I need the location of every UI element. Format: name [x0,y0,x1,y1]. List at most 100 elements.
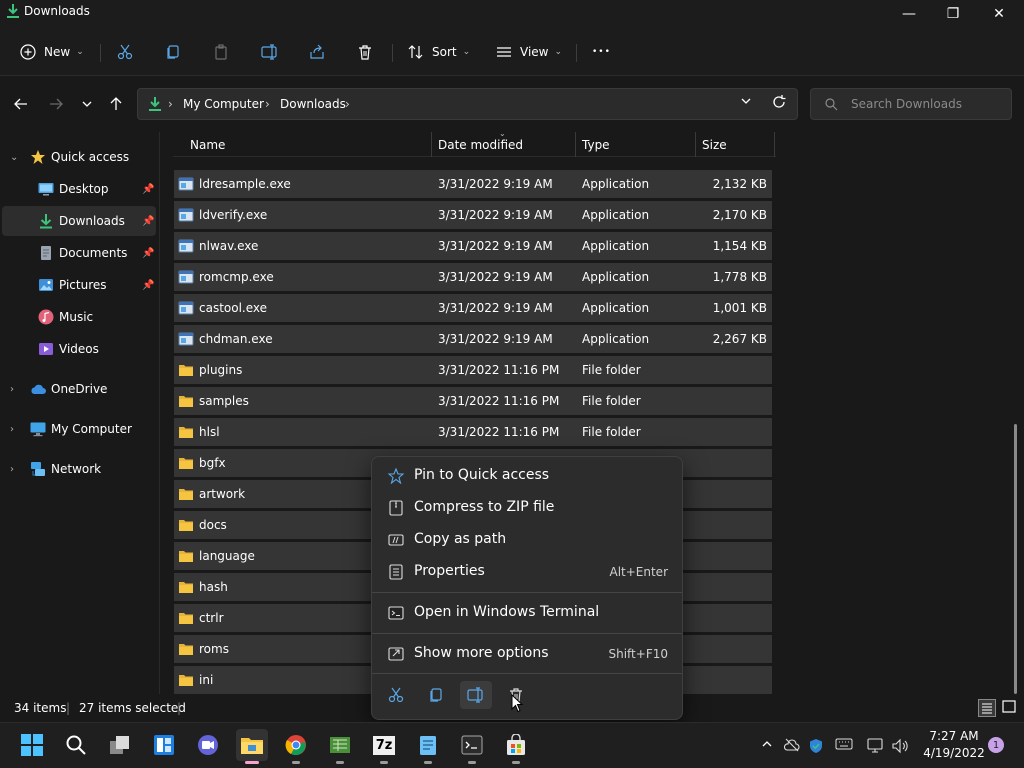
breadcrumb-my-computer[interactable]: My Computer [183,97,264,111]
maximize-button[interactable]: ❐ [930,0,976,28]
sidebar-item-music[interactable]: Music [2,302,156,332]
file-date-modified: 3/31/2022 9:19 AM [438,239,553,253]
store-icon [507,734,525,755]
sidebar-item-quick-access[interactable]: ⌄ Quick access [2,142,156,172]
menu-separator [372,633,682,634]
column-divider[interactable] [695,132,696,157]
chevron-down-icon[interactable]: ⌄ [10,152,18,163]
more-options-button[interactable]: ••• [592,36,611,68]
table-row[interactable]: plugins 3/31/2022 11:16 PM File folder [174,356,772,384]
tiles-view-button[interactable] [1001,699,1019,717]
start-button[interactable] [16,729,48,761]
sidebar-item-onedrive[interactable]: › OneDrive [2,374,156,404]
folder-icon [178,424,194,440]
menu-rename-button[interactable] [460,681,492,709]
column-divider[interactable] [774,132,775,157]
task-view-button[interactable] [104,729,136,761]
chevron-right-icon[interactable]: › [10,464,14,475]
sidebar-item-videos[interactable]: Videos [2,334,156,364]
sort-button[interactable]: Sort ⌄ [408,36,470,68]
breadcrumb-downloads[interactable]: Downloads [280,97,346,111]
menu-item-properties[interactable]: Properties Alt+Enter [376,557,678,587]
network-tray-icon[interactable] [866,738,884,757]
new-button[interactable]: New ⌄ [20,36,84,68]
search-button[interactable] [60,729,92,761]
onedrive-tray-icon[interactable] [783,738,800,755]
up-button[interactable] [104,92,128,116]
teams-chat-button[interactable] [192,729,224,761]
back-button[interactable] [9,92,33,116]
rename-button[interactable] [261,36,279,68]
widgets-button[interactable] [148,729,180,761]
table-row[interactable]: ldresample.exe 3/31/2022 9:19 AM Applicati… [174,170,772,198]
sidebar-item-network[interactable]: › Network [2,454,156,484]
table-row[interactable]: ldverify.exe 3/31/2022 9:19 AM Application… [174,201,772,229]
recent-locations-button[interactable] [75,92,99,116]
column-date-modified[interactable]: Date modified [438,138,523,152]
pin-icon[interactable]: 📌 [142,248,154,259]
pin-icon[interactable]: 📌 [142,280,154,291]
table-row[interactable]: romcmp.exe 3/31/2022 9:19 AM Application 1,… [174,263,772,291]
paste-button[interactable] [213,36,229,68]
volume-tray-icon[interactable] [891,738,909,757]
menu-item-pin-to-quick-access[interactable]: Pin to Quick access [376,461,678,491]
forward-button[interactable] [44,92,68,116]
column-divider[interactable] [575,132,576,157]
table-row[interactable]: chdman.exe 3/31/2022 9:19 AM Application 2,… [174,325,772,353]
table-row[interactable]: nlwav.exe 3/31/2022 9:19 AM Application 1,1… [174,232,772,260]
shortcut-label: Shift+F10 [608,647,668,661]
pin-icon[interactable]: 📌 [142,184,154,195]
cut-button[interactable] [117,36,133,68]
sidebar-item-downloads[interactable]: Downloads 📌 [2,206,156,236]
app-taskbar-button[interactable] [324,729,356,764]
notification-badge[interactable]: 1 [988,737,1004,753]
file-date-modified: 3/31/2022 9:19 AM [438,208,553,222]
file-explorer-taskbar-button[interactable] [236,729,268,764]
show-hidden-icons-button[interactable] [761,738,773,753]
address-bar[interactable]: › My Computer › Downloads › [137,88,798,120]
sidebar-item-documents[interactable]: Documents 📌 [2,238,156,268]
menu-item-open-terminal[interactable]: Open in Windows Terminal [376,598,678,628]
copy-button[interactable] [165,36,181,68]
rename-icon [467,687,483,703]
notepad-taskbar-button[interactable] [412,729,444,764]
column-size[interactable]: Size [702,138,727,152]
security-tray-icon[interactable] [808,738,824,757]
vertical-scrollbar[interactable] [1014,424,1017,694]
table-row[interactable]: hlsl 3/31/2022 11:16 PM File folder [174,418,772,446]
sidebar-item-pictures[interactable]: Pictures 📌 [2,270,156,300]
sidebar-item-my-computer[interactable]: › My Computer [2,414,156,444]
store-taskbar-button[interactable] [500,729,532,764]
search-input[interactable]: Search Downloads [810,88,1012,120]
menu-item-show-more-options[interactable]: Show more options Shift+F10 [376,639,678,669]
column-type[interactable]: Type [582,138,610,152]
close-button[interactable]: ✕ [976,0,1022,28]
chrome-taskbar-button[interactable] [280,729,312,764]
sidebar-item-desktop[interactable]: Desktop 📌 [2,174,156,204]
folder-icon [241,738,263,754]
share-button[interactable] [309,36,325,68]
table-row[interactable]: castool.exe 3/31/2022 9:19 AM Application 1… [174,294,772,322]
pin-icon[interactable]: 📌 [142,216,154,227]
terminal-taskbar-button[interactable] [456,729,488,764]
menu-copy-button[interactable] [420,681,452,709]
table-row[interactable]: samples 3/31/2022 11:16 PM File folder [174,387,772,415]
chevron-right-icon[interactable]: › [10,384,14,395]
clock[interactable]: 7:27 AM 4/19/2022 [918,728,990,762]
menu-item-copy-as-path[interactable]: Copy as path [376,525,678,555]
menu-item-compress-zip[interactable]: Compress to ZIP file [376,493,678,523]
minimize-button[interactable]: — [886,0,932,28]
keyboard-tray-icon[interactable] [835,738,853,753]
menu-cut-button[interactable] [380,681,412,709]
column-name[interactable]: Name [190,138,225,152]
delete-button[interactable] [357,36,373,68]
view-button[interactable]: View ⌄ [496,36,562,68]
7zip-taskbar-button[interactable]: 7z [368,729,400,764]
share-icon [310,44,324,59]
refresh-button[interactable] [772,95,786,112]
details-view-button[interactable] [978,699,996,717]
column-divider[interactable] [431,132,432,157]
file-name: ini [199,673,214,687]
address-history-dropdown[interactable] [740,95,752,110]
chevron-right-icon[interactable]: › [10,424,14,435]
